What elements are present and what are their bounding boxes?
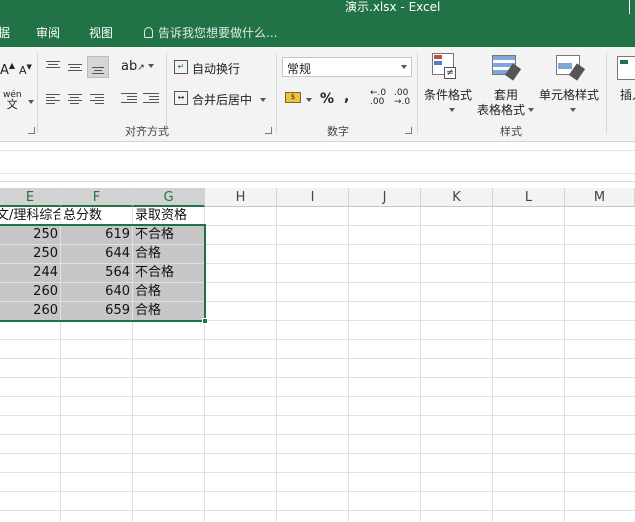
gridline: [0, 377, 635, 378]
gridline: [0, 358, 635, 359]
gridline: [348, 207, 349, 522]
cell-e1[interactable]: 文/理科综合: [0, 206, 60, 225]
cell-styles-icon: [556, 55, 586, 83]
column-header-g[interactable]: G: [133, 188, 205, 207]
separator: [37, 53, 38, 133]
align-bottom-icon: [92, 67, 104, 76]
wrap-text-button[interactable]: 自动换行: [192, 60, 240, 77]
gridline: [0, 510, 635, 511]
align-right-icon[interactable]: [90, 94, 104, 106]
gridline: [0, 434, 635, 435]
align-bottom-button[interactable]: [87, 56, 109, 78]
ribbon-tab-bar: 据 审阅 视图 告诉我您想要做什么...: [0, 14, 635, 47]
gridline: [0, 453, 635, 454]
column-header-i[interactable]: I: [277, 188, 349, 207]
percent-style-button[interactable]: %: [320, 91, 334, 107]
alignment-group-label: 对齐方式: [125, 125, 169, 138]
gridline: [420, 207, 421, 522]
conditional-format-dropdown-icon[interactable]: [446, 103, 455, 117]
column-header-f[interactable]: F: [61, 188, 133, 207]
format-as-table-line2: 表格格式: [477, 103, 526, 117]
window-title: 演示.xlsx - Excel: [345, 0, 441, 14]
cell-f1[interactable]: 总分数: [63, 206, 132, 225]
column-header-l[interactable]: L: [493, 188, 565, 207]
phonetic-dropdown-icon[interactable]: [25, 95, 34, 109]
gridline: [564, 207, 565, 522]
column-header-m[interactable]: M: [565, 188, 635, 207]
gridline: [0, 472, 635, 473]
increase-font-icon[interactable]: A▲: [0, 61, 15, 78]
insert-button[interactable]: 插入: [620, 86, 635, 103]
styles-group-label: 样式: [500, 125, 522, 138]
merge-dropdown-icon[interactable]: [260, 98, 267, 102]
chevron-down-icon: [401, 65, 407, 69]
increase-indent-icon[interactable]: [143, 93, 159, 105]
merge-center-icon: ↔: [174, 91, 188, 105]
number-format-value: 常规: [287, 62, 312, 76]
conditional-format-button[interactable]: 条件格式: [424, 86, 472, 103]
separator: [276, 53, 277, 133]
gridline: [276, 207, 277, 522]
window-edge: [629, 0, 635, 14]
column-header-k[interactable]: K: [421, 188, 493, 207]
worksheet-grid[interactable]: E F G H I J K L M 文/理科综合 总分数 录取资格 250 61…: [0, 188, 635, 522]
format-as-table-icon: [492, 55, 522, 83]
cell-styles-dropdown-icon[interactable]: [567, 103, 576, 117]
tell-me-text: 告诉我您想要做什么...: [158, 26, 278, 40]
conditional-format-icon: ≠: [432, 53, 462, 83]
cell-styles-button[interactable]: 单元格样式: [539, 86, 599, 103]
gridline: [492, 207, 493, 522]
tab-data[interactable]: 据: [0, 24, 10, 41]
number-format-select[interactable]: 常规: [282, 57, 412, 77]
gridline: [0, 396, 635, 397]
merge-center-button[interactable]: 合并后居中: [192, 91, 267, 108]
format-as-table-dropdown-icon[interactable]: [528, 108, 535, 112]
phonetic-guide-icon[interactable]: wén 文: [3, 91, 22, 111]
separator: [166, 53, 167, 133]
decrease-font-icon[interactable]: A▼: [19, 63, 32, 77]
comma-style-button[interactable]: ,: [344, 89, 349, 105]
title-bar: 演示.xlsx - Excel: [0, 0, 635, 14]
merge-center-label: 合并后居中: [192, 93, 253, 107]
ribbon: A▲ A▼ wén 文 ab↗ ↵ 自动换行 ↔ 合并后居中 对齐方式 常规 $ …: [0, 47, 635, 142]
tab-view[interactable]: 视图: [89, 24, 113, 41]
separator: [606, 53, 607, 133]
column-header-e[interactable]: E: [0, 188, 61, 207]
tab-review[interactable]: 审阅: [36, 24, 60, 41]
number-dialog-launcher-icon[interactable]: [405, 127, 412, 134]
gridline: [0, 339, 635, 340]
align-center-icon[interactable]: [68, 94, 82, 106]
increase-decimal-icon[interactable]: ←.0.00: [370, 89, 386, 107]
alignment-dialog-launcher-icon[interactable]: [265, 127, 272, 134]
align-middle-icon[interactable]: [68, 64, 82, 73]
align-left-icon[interactable]: [46, 94, 60, 106]
currency-format-icon[interactable]: $: [285, 92, 301, 103]
currency-dropdown-icon[interactable]: [303, 93, 312, 107]
lightbulb-icon: [144, 27, 153, 38]
font-dialog-launcher-icon[interactable]: [28, 127, 35, 134]
format-as-table-button[interactable]: 表格格式: [477, 101, 535, 118]
column-header-h[interactable]: H: [205, 188, 277, 207]
selection-border: [0, 224, 206, 322]
phonetic-bottom: 文: [6, 98, 18, 111]
cell-g1[interactable]: 录取资格: [135, 206, 204, 225]
insert-cells-icon: [617, 56, 635, 80]
number-group-label: 数字: [327, 125, 349, 138]
decrease-decimal-icon[interactable]: .00 →.0: [394, 89, 410, 107]
align-top-icon[interactable]: [46, 61, 60, 70]
formula-bar-area: [0, 142, 635, 182]
wrap-text-icon: ↵: [174, 60, 188, 74]
gridline: [0, 491, 635, 492]
formula-bar[interactable]: [0, 150, 635, 174]
tell-me-box[interactable]: 告诉我您想要做什么...: [144, 24, 277, 41]
decrease-indent-icon[interactable]: [121, 93, 137, 105]
gridline: [0, 415, 635, 416]
column-header-j[interactable]: J: [349, 188, 421, 207]
orientation-icon[interactable]: ab↗: [121, 59, 154, 74]
separator: [417, 53, 418, 133]
fill-handle[interactable]: [202, 318, 208, 324]
